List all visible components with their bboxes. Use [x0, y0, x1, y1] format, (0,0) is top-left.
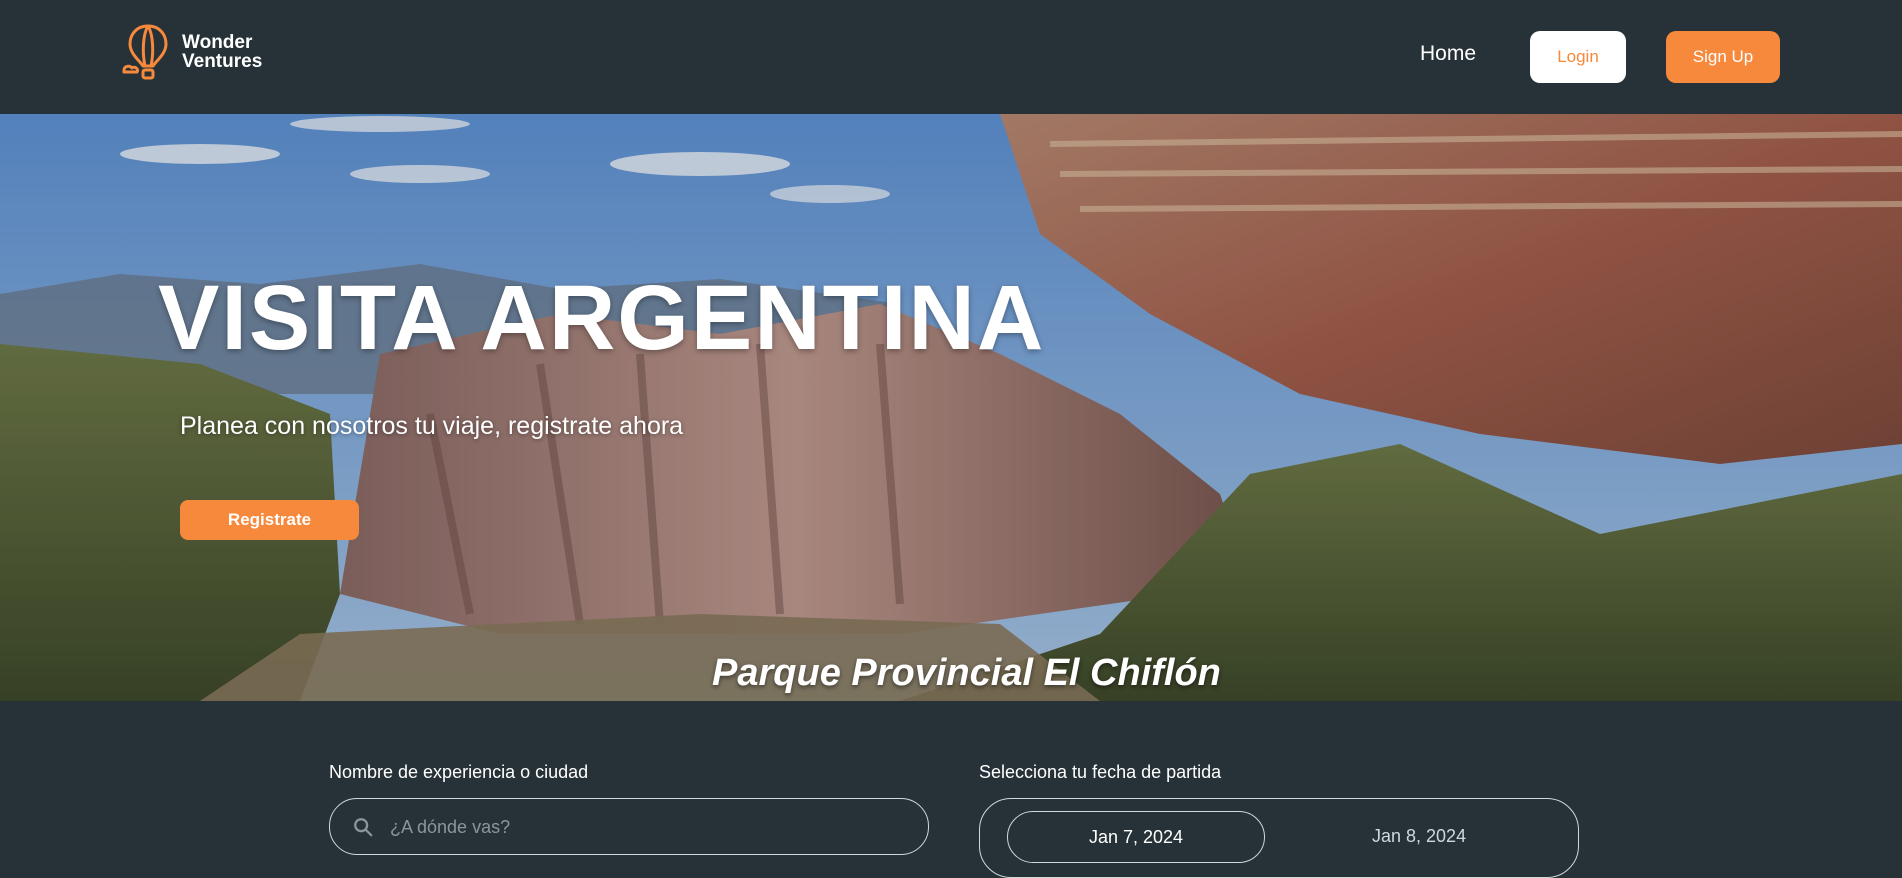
brand-logo[interactable]: Wonder Ventures	[118, 22, 262, 82]
navbar: Wonder Ventures Home Login Sign Up	[0, 0, 1902, 114]
hero-title: VISITA ARGENTINA	[158, 267, 1046, 369]
destination-search-field[interactable]	[329, 798, 929, 855]
register-button[interactable]: Registrate	[180, 500, 359, 540]
date-label: Selecciona tu fecha de partida	[979, 762, 1222, 782]
hero-subtitle: Planea con nosotros tu viaje, registrate…	[180, 412, 684, 440]
signup-button[interactable]: Sign Up	[1666, 31, 1780, 83]
nav-home-link[interactable]: Home	[1420, 42, 1476, 66]
departure-date-start[interactable]: Jan 7, 2024	[1007, 811, 1265, 863]
brand-line1: Wonder	[182, 32, 253, 53]
search-section	[0, 701, 1902, 868]
destination-label: Nombre de experiencia o ciudad	[329, 762, 589, 782]
hot-air-balloon-icon	[122, 24, 168, 80]
destination-input[interactable]	[390, 809, 890, 845]
brand-line2: Ventures	[182, 51, 263, 72]
hero-location-caption: Parque Provincial El Chiflón	[712, 652, 1221, 694]
hero-landscape-image	[0, 114, 1902, 701]
search-icon	[354, 818, 373, 837]
departure-date-end[interactable]: Jan 8, 2024	[1372, 826, 1466, 847]
login-button[interactable]: Login	[1530, 31, 1626, 83]
hero-banner: VISITA ARGENTINA Planea con nosotros tu …	[0, 114, 1902, 701]
brand-wordmark: Wonder Ventures	[182, 33, 262, 71]
